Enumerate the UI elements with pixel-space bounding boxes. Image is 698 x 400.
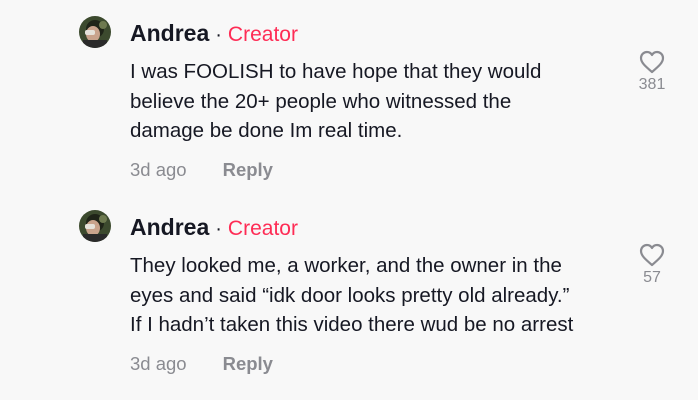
comment-item: Andrea · Creator They looked me, a worker,… — [0, 210, 698, 400]
comment-text-line: If I hadn’t taken this video there wud b… — [130, 313, 574, 336]
comment-text: I was FOOLISH to have hope that they wou… — [130, 57, 630, 146]
like-button[interactable]: 57 — [632, 243, 672, 287]
comments-list: Andrea · Creator I was FOOLISH to have hop… — [0, 0, 698, 400]
separator-dot: · — [215, 24, 222, 46]
reply-button[interactable]: Reply — [223, 159, 273, 180]
reply-button[interactable]: Reply — [223, 353, 273, 374]
comment-text: They looked me, a worker, and the owner … — [130, 251, 630, 340]
comment-text-line: I was FOOLISH to have hope that they wou… — [130, 60, 542, 83]
comment-meta: 3d ago Reply — [130, 352, 273, 376]
comment-text-line: eyes and said “idk door looks pretty old… — [130, 283, 570, 307]
separator-dot: · — [215, 218, 222, 240]
like-button[interactable]: 381 — [632, 50, 672, 94]
author-name[interactable]: Andrea — [130, 20, 209, 46]
like-count: 57 — [643, 269, 661, 286]
heart-outline-icon — [639, 243, 665, 267]
comment-text-line: believe the 20+ people who witnessed the — [130, 89, 512, 113]
timestamp: 3d ago — [130, 353, 187, 374]
comment-header: Andrea · Creator — [130, 18, 298, 50]
timestamp: 3d ago — [130, 159, 187, 180]
comment-header: Andrea · Creator — [130, 212, 298, 244]
creator-badge: Creator — [227, 23, 298, 46]
comment-text-line: They looked me, a worker, and the owner … — [130, 254, 562, 277]
comment-meta: 3d ago Reply — [130, 158, 273, 182]
comment-item: Andrea · Creator I was FOOLISH to have hop… — [0, 16, 698, 206]
avatar[interactable] — [79, 16, 111, 48]
avatar[interactable] — [79, 210, 111, 242]
creator-badge: Creator — [227, 217, 298, 240]
comment-text-line: damage be done Im real time. — [130, 119, 403, 142]
author-name[interactable]: Andrea — [130, 214, 209, 240]
heart-outline-icon — [639, 50, 665, 74]
like-count: 381 — [638, 76, 666, 93]
